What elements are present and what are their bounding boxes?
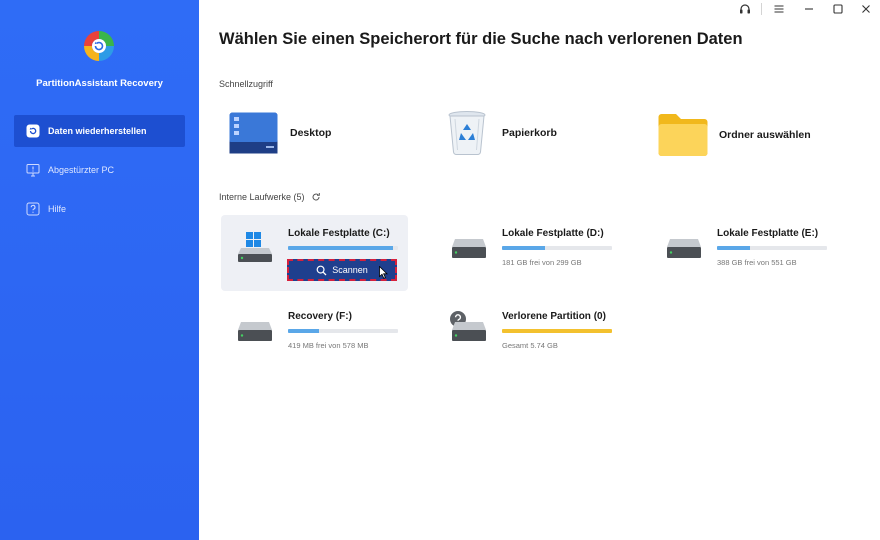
quick-access-label-select-folder: Ordner auswählen bbox=[719, 129, 811, 141]
window-controls-separator bbox=[761, 3, 762, 15]
desktop-icon bbox=[229, 112, 278, 154]
drive-usage-bar bbox=[288, 246, 398, 250]
sidebar-item-data-recovery[interactable]: Daten wiederherstellen bbox=[14, 115, 185, 147]
drive-usage-fill bbox=[717, 246, 750, 250]
hard-drive-icon bbox=[235, 320, 275, 356]
sidebar-item-label: Abgestürzter PC bbox=[48, 165, 115, 175]
hard-drive-icon bbox=[664, 237, 704, 273]
quick-access-label-recycle-bin: Papierkorb bbox=[502, 127, 557, 139]
drive-card-e[interactable]: Lokale Festplatte (E:) 388 GB frei von 5… bbox=[650, 215, 837, 291]
app-logo-icon bbox=[82, 29, 116, 63]
drive-usage-bar bbox=[502, 329, 612, 333]
drive-usage-fill bbox=[288, 246, 393, 250]
minimize-icon[interactable] bbox=[801, 1, 817, 17]
mouse-cursor-icon bbox=[379, 265, 388, 284]
drive-info: Gesamt 5.74 GB bbox=[502, 341, 558, 350]
hard-drive-icon bbox=[449, 310, 489, 346]
drive-info: 181 GB frei von 299 GB bbox=[502, 258, 582, 267]
page-title: Wählen Sie einen Speicherort für die Suc… bbox=[219, 30, 743, 48]
quick-access-recycle-bin[interactable]: Papierkorb bbox=[446, 110, 557, 156]
search-icon bbox=[316, 265, 327, 275]
quick-access-label-desktop: Desktop bbox=[290, 127, 332, 139]
quick-access-select-folder[interactable]: Ordner auswählen bbox=[658, 113, 811, 157]
drive-card-lost-partition[interactable]: Verlorene Partition (0) Gesamt 5.74 GB bbox=[435, 298, 622, 374]
drive-name: Lokale Festplatte (C:) bbox=[288, 228, 390, 239]
drive-name: Recovery (F:) bbox=[288, 311, 352, 322]
help-icon bbox=[26, 202, 40, 216]
drive-name: Lokale Festplatte (E:) bbox=[717, 228, 819, 239]
monitor-icon bbox=[26, 163, 40, 177]
drive-info: 388 GB frei von 551 GB bbox=[717, 258, 797, 267]
quick-access-label: Schnellzugriff bbox=[219, 79, 273, 89]
app-name: PartitionAssistant Recovery bbox=[36, 78, 163, 89]
drive-usage-bar bbox=[717, 246, 827, 250]
quick-access-desktop[interactable]: Desktop bbox=[229, 112, 331, 154]
drive-usage-fill bbox=[288, 329, 319, 333]
recycle-bin-icon bbox=[446, 110, 488, 156]
sidebar: PartitionAssistant Recovery Daten wieder… bbox=[0, 0, 199, 540]
drive-name: Verlorene Partition (0) bbox=[502, 311, 606, 322]
sidebar-item-help[interactable]: Hilfe bbox=[14, 193, 185, 225]
internal-drives-header: Interne Laufwerke (5) bbox=[219, 192, 321, 202]
headset-icon[interactable] bbox=[737, 1, 753, 17]
drive-usage-fill bbox=[502, 246, 545, 250]
drive-card-c[interactable]: Lokale Festplatte (C:) Scannen bbox=[221, 215, 408, 291]
hard-drive-icon bbox=[235, 228, 275, 264]
menu-icon[interactable] bbox=[771, 1, 787, 17]
hard-drive-icon bbox=[449, 237, 489, 273]
maximize-icon[interactable] bbox=[830, 1, 846, 17]
drive-name: Lokale Festplatte (D:) bbox=[502, 228, 604, 239]
folder-icon bbox=[658, 113, 708, 157]
sidebar-item-label: Hilfe bbox=[48, 204, 67, 214]
refresh-icon[interactable] bbox=[311, 192, 321, 202]
drive-info: 419 MB frei von 578 MB bbox=[288, 341, 369, 350]
sidebar-item-crashed-pc[interactable]: Abgestürzter PC bbox=[14, 154, 185, 186]
scan-button-label: Scannen bbox=[332, 265, 368, 275]
drive-card-d[interactable]: Lokale Festplatte (D:) 181 GB frei von 2… bbox=[435, 215, 622, 291]
restore-icon bbox=[26, 124, 40, 138]
internal-drives-label: Interne Laufwerke (5) bbox=[219, 192, 305, 202]
drive-usage-bar bbox=[502, 246, 612, 250]
drive-usage-fill bbox=[502, 329, 612, 333]
close-icon[interactable] bbox=[858, 1, 874, 17]
sidebar-item-label: Daten wiederherstellen bbox=[48, 126, 147, 136]
drive-usage-bar bbox=[288, 329, 398, 333]
drive-card-f[interactable]: Recovery (F:) 419 MB frei von 578 MB bbox=[221, 298, 408, 374]
